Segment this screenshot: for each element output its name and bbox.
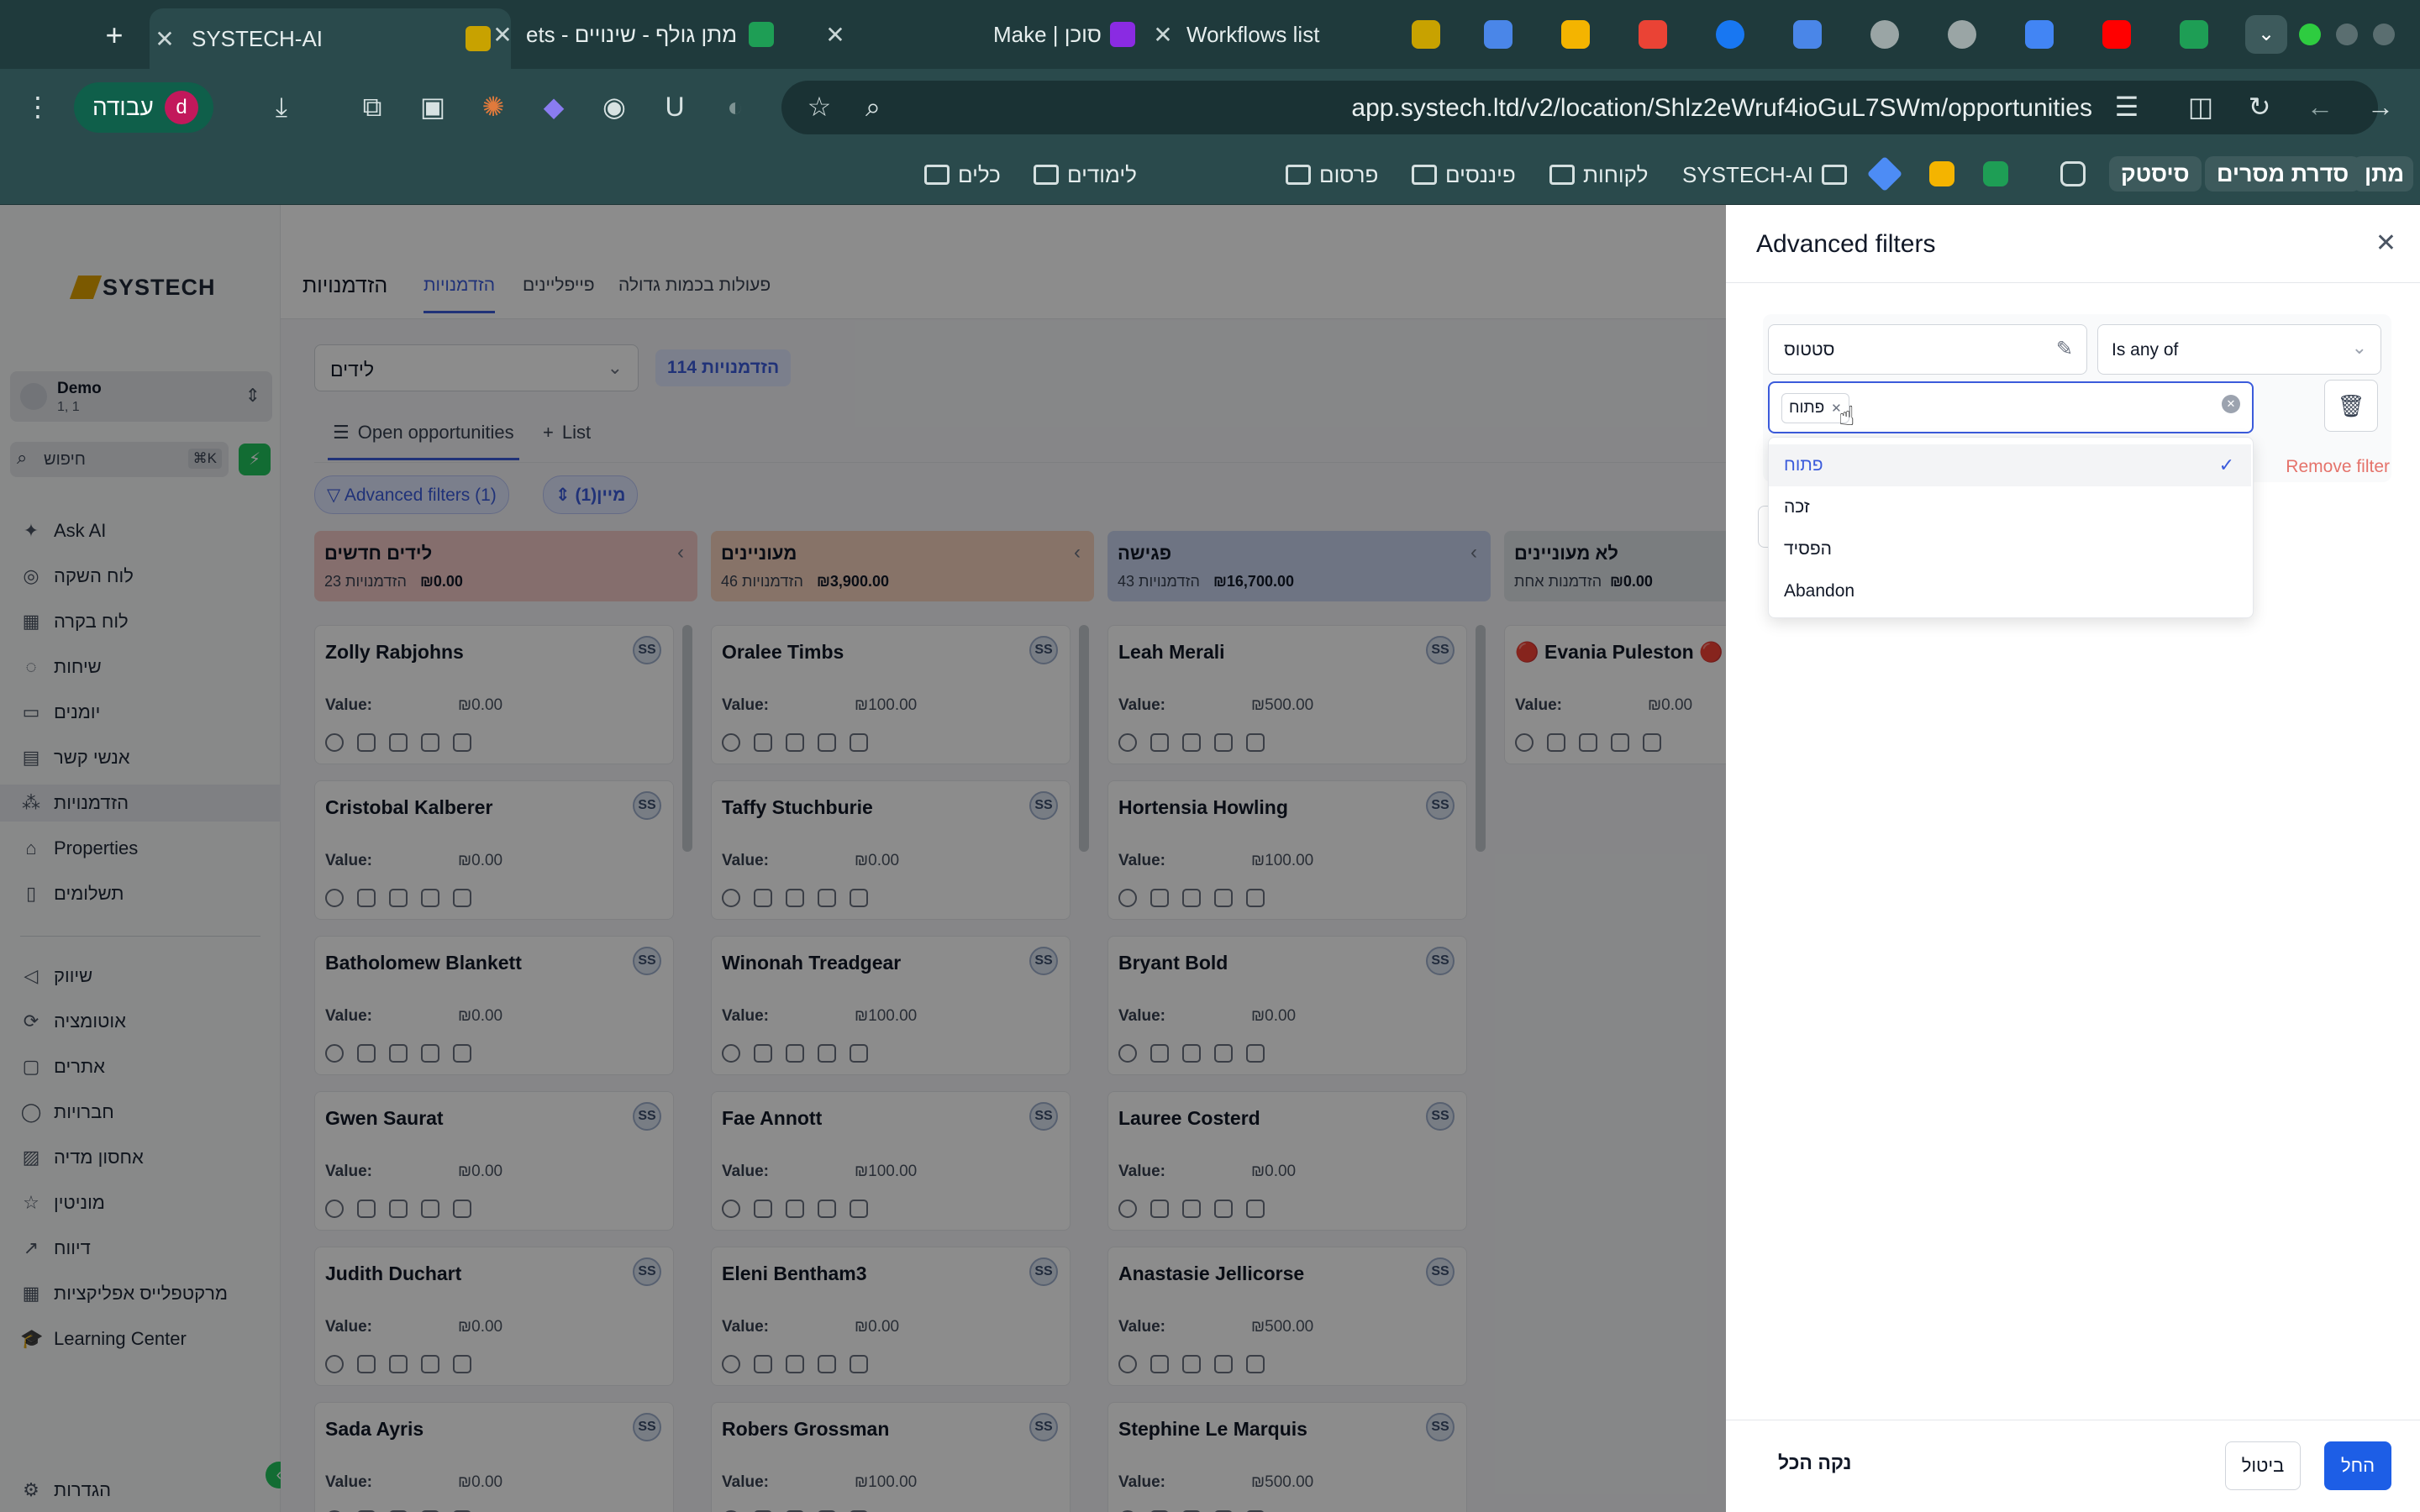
extension-icon[interactable]: ◉ bbox=[598, 91, 630, 123]
filter-operator-select[interactable]: Is any of ⌄ bbox=[2097, 324, 2381, 375]
tab-systech[interactable]: ✕ SYSTECH-AI bbox=[150, 8, 511, 69]
docs-icon[interactable] bbox=[1793, 20, 1822, 49]
advanced-filters-panel: Advanced filters ✕ סטטוס ✎ Is any of ⌄ פ… bbox=[1726, 205, 2420, 1512]
extension-icon[interactable]: ◐ bbox=[719, 91, 751, 123]
folder-icon bbox=[1412, 165, 1437, 185]
bookmark-folder[interactable]: לימודים bbox=[1034, 160, 1137, 190]
sheets-favicon bbox=[749, 22, 775, 47]
globe-icon[interactable] bbox=[1948, 20, 1976, 49]
cancel-button[interactable]: ביטול bbox=[2225, 1441, 2301, 1490]
extension-icon[interactable]: ◆ bbox=[538, 91, 570, 123]
bookmark-systech[interactable]: סיסטק bbox=[2109, 156, 2202, 192]
dropdown-option-lost[interactable]: הפסיד bbox=[1769, 528, 2251, 570]
gmail-icon[interactable] bbox=[1639, 20, 1667, 49]
dropdown-option-open[interactable]: פתוח ✓ bbox=[1769, 444, 2251, 486]
docs-icon[interactable] bbox=[1484, 20, 1512, 49]
bookmarks-bar bbox=[0, 144, 2420, 205]
drive-icon[interactable] bbox=[1929, 161, 1954, 186]
divider bbox=[1726, 282, 2420, 283]
trash-icon: 🗑 bbox=[2337, 393, 2365, 418]
menu-icon[interactable]: ⋮ bbox=[22, 91, 54, 123]
sheets-icon[interactable] bbox=[2180, 20, 2208, 49]
window-close-button[interactable] bbox=[2373, 24, 2395, 45]
close-icon[interactable]: ✕ bbox=[820, 21, 850, 49]
bookmark-star-icon[interactable]: ☆ bbox=[803, 91, 835, 123]
bookmark-folder[interactable]: פרסום bbox=[1286, 160, 1378, 190]
calendar-icon[interactable] bbox=[2025, 20, 2054, 49]
folder-icon bbox=[1822, 165, 1848, 185]
dropdown-option-abandon[interactable]: Abandon bbox=[1769, 570, 2251, 612]
folder-icon bbox=[1549, 165, 1575, 185]
edit-icon[interactable]: ✎ bbox=[2056, 337, 2073, 361]
bookmark-folder[interactable]: פיננסים bbox=[1412, 160, 1516, 190]
back-icon[interactable]: ← bbox=[2304, 91, 2336, 123]
claude-icon[interactable]: ✺ bbox=[477, 91, 509, 123]
sheets-icon[interactable] bbox=[1983, 161, 2008, 186]
close-icon[interactable]: ✕ bbox=[150, 25, 180, 53]
clear-input-icon[interactable]: ✕ bbox=[2222, 395, 2240, 413]
globe-icon[interactable] bbox=[1870, 20, 1899, 49]
download-icon[interactable]: ⤓ bbox=[266, 91, 297, 123]
bookmark-folder[interactable]: לקוחות bbox=[1549, 160, 1648, 190]
panel-title: Advanced filters bbox=[1756, 230, 1936, 258]
remove-filter-link[interactable]: Remove filter bbox=[2286, 457, 2390, 477]
url-text: app.systech.ltd/v2/location/Shlz2eWruf4i… bbox=[1351, 94, 2092, 122]
avatar: d bbox=[165, 91, 198, 124]
reload-icon[interactable]: ↻ bbox=[2244, 91, 2275, 123]
mouse-cursor-icon: ☝ bbox=[1839, 401, 1855, 431]
apply-button[interactable]: החל bbox=[2324, 1441, 2391, 1490]
site-settings-icon[interactable]: ☰ bbox=[2111, 91, 2143, 123]
check-icon: ✓ bbox=[2218, 454, 2234, 475]
apps-grid-icon[interactable] bbox=[2060, 161, 2086, 186]
drive-icon[interactable] bbox=[1561, 20, 1590, 49]
folder-icon bbox=[1286, 165, 1311, 185]
profile-button[interactable]: d עבודה bbox=[74, 82, 213, 133]
zoom-icon[interactable]: ⌕ bbox=[857, 91, 889, 123]
window-maximize-button[interactable] bbox=[2299, 24, 2321, 45]
tab-make[interactable]: ✕ Make | סוכן bbox=[820, 12, 1139, 57]
bookmark-matan[interactable]: מתן bbox=[2353, 156, 2413, 192]
window-minimize-button[interactable] bbox=[2336, 24, 2358, 45]
clear-all-button[interactable]: נקה הכל bbox=[1778, 1452, 1851, 1474]
folder-icon bbox=[924, 165, 950, 185]
modal-overlay[interactable] bbox=[0, 205, 1726, 1512]
tab-sheets[interactable]: ✕ ets - מתן גולף - שינויים bbox=[487, 12, 823, 57]
extension-icon[interactable]: ▣ bbox=[417, 91, 449, 123]
close-icon[interactable]: ✕ bbox=[1148, 21, 1178, 49]
close-icon[interactable]: ✕ bbox=[2375, 228, 2396, 258]
systech-favicon[interactable] bbox=[1412, 20, 1440, 49]
filter-field-select[interactable]: סטטוס ✎ bbox=[1768, 324, 2087, 375]
extension-icon[interactable]: U bbox=[659, 91, 691, 123]
chevron-down-icon: ⌄ bbox=[2351, 337, 2367, 358]
tab-workflows[interactable]: ✕ Workflows list bbox=[1148, 12, 1417, 57]
make-favicon bbox=[1110, 22, 1135, 47]
forward-icon[interactable]: → bbox=[2365, 91, 2396, 123]
tab-search-button[interactable]: ⌄ bbox=[2245, 15, 2287, 54]
new-tab-button[interactable]: + bbox=[97, 18, 131, 52]
bookmark-messages[interactable]: סדרת מסרים bbox=[2205, 156, 2361, 192]
folder-icon bbox=[1034, 165, 1059, 185]
close-icon[interactable]: ✕ bbox=[487, 21, 518, 49]
bookmark-folder[interactable]: כלים bbox=[924, 160, 1001, 190]
bookmark-folder[interactable]: SYSTECH-AI bbox=[1682, 160, 1848, 190]
values-dropdown: פתוח ✓ זכה הפסיד Abandon bbox=[1768, 437, 2254, 618]
dropdown-option-won[interactable]: זכה bbox=[1769, 486, 2251, 528]
split-view-icon[interactable]: ◫ bbox=[2185, 91, 2217, 123]
extension-icon[interactable]: ⧉ bbox=[356, 91, 388, 123]
browser-tabbar: + ✕ SYSTECH-AI ✕ ets - מתן גולף - שינויי… bbox=[0, 0, 2420, 69]
meta-icon[interactable] bbox=[1716, 20, 1744, 49]
youtube-icon[interactable] bbox=[2102, 20, 2131, 49]
delete-filter-button[interactable]: 🗑 bbox=[2324, 380, 2378, 432]
